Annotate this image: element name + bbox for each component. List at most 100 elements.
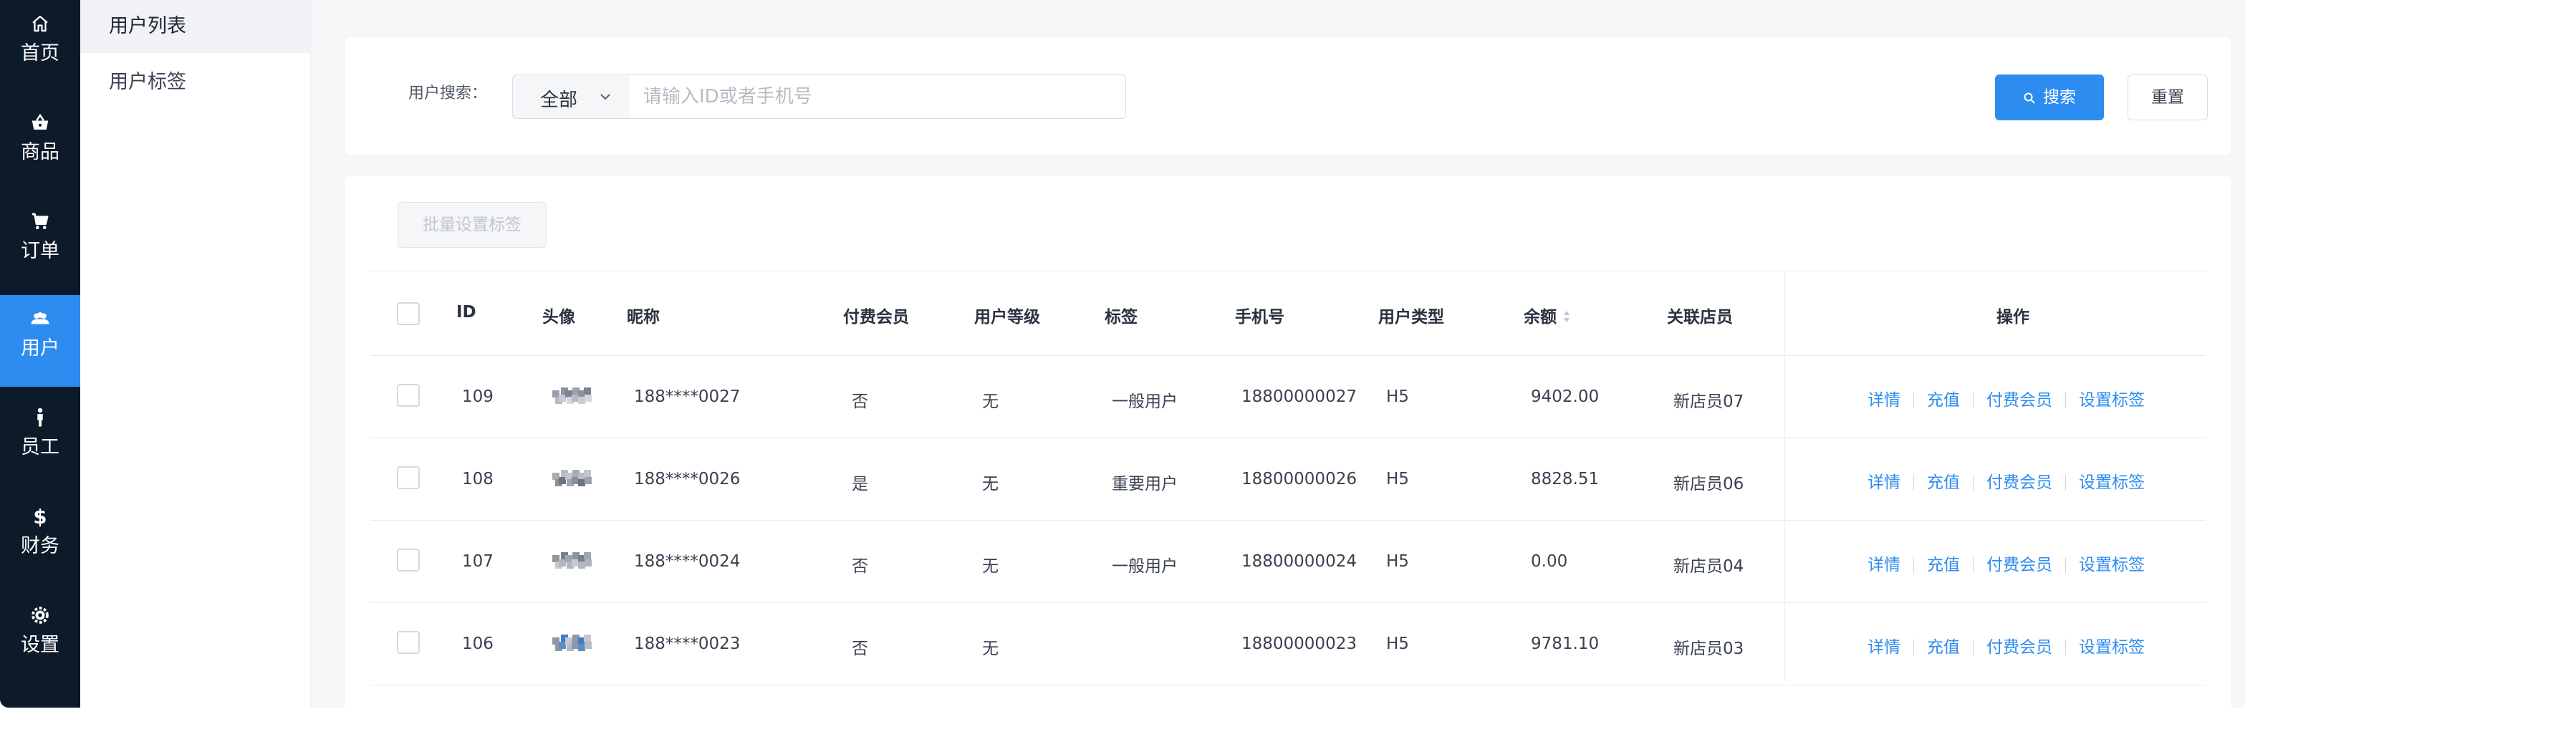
cell-paid-member: 否 [852,557,868,576]
col-staff: 关联店员 [1667,308,1733,327]
cell-user-type: H5 [1386,387,1409,406]
nav-item-settings[interactable]: 设置 [0,592,80,683]
avatar [549,548,595,572]
paid-member-link[interactable]: 付费会员 [1986,473,2052,492]
nav-item-staff[interactable]: 员工 [0,394,80,486]
cell-staff: 新店员07 [1673,392,1744,411]
detail-link[interactable]: 详情 [1868,473,1900,492]
col-balance[interactable]: 余额 [1524,303,1571,327]
col-phone: 手机号 [1235,308,1284,327]
search-button[interactable]: 搜索 [1995,74,2104,120]
recharge-link[interactable]: 充值 [1927,391,1960,410]
table-row: 108 188****0026 是 无 重要用户 18800000026 H5 8828.51… [370,438,2206,521]
reset-button[interactable]: 重置 [2128,74,2208,120]
cell-level: 无 [982,640,999,658]
nav-item-label: 设置 [21,634,59,656]
cell-balance: 8828.51 [1531,470,1600,488]
cell-paid-member: 是 [852,475,868,493]
cell-level: 无 [982,392,999,411]
cell-id: 106 [462,635,494,653]
batch-set-tags-button[interactable]: 批量设置标签 [398,202,547,248]
detail-link[interactable]: 详情 [1868,556,1900,574]
search-button-label: 搜索 [2043,88,2076,107]
action-separator [2065,475,2066,491]
row-checkbox[interactable] [397,549,420,572]
set-tag-link[interactable]: 设置标签 [2079,638,2145,657]
action-separator [1973,557,1974,573]
subnav-item-user-tags[interactable]: 用户标签 [80,56,311,109]
cell-id: 109 [462,387,494,406]
row-actions: 详情 充值 付费会员 设置标签 [1868,386,2145,410]
avatar [549,466,595,490]
table-row: 107 188****0024 否 无 一般用户 18800000024 H5 0.00 新店员… [370,521,2206,603]
set-tag-link[interactable]: 设置标签 [2079,391,2145,410]
nav-item-label: 首页 [21,42,59,64]
cell-phone: 18800000027 [1241,387,1357,406]
cell-phone: 18800000026 [1241,470,1357,488]
cell-user-type: H5 [1386,552,1409,571]
detail-link[interactable]: 详情 [1868,391,1900,410]
subnav-item-user-list[interactable]: 用户列表 [80,0,311,53]
cell-tag: 一般用户 [1112,392,1178,411]
nav-item-users[interactable]: 用户 [0,295,80,387]
action-separator [1913,475,1914,491]
nav-item-label: 财务 [21,535,59,557]
recharge-link[interactable]: 充值 [1927,638,1960,657]
row-actions: 详情 充值 付费会员 设置标签 [1868,551,2145,575]
cart-icon [32,213,49,229]
action-separator [1913,640,1914,655]
paid-member-link[interactable]: 付费会员 [1986,391,2052,410]
nav-item-home[interactable]: 首页 [0,0,80,92]
search-type-select[interactable]: 全部 [512,74,631,119]
cell-tag: 一般用户 [1112,557,1178,576]
set-tag-link[interactable]: 设置标签 [2079,473,2145,492]
action-separator [2065,557,2066,573]
cell-balance: 0.00 [1531,552,1568,571]
search-type-value: 全部 [540,90,578,111]
nav-item-label: 商品 [21,141,59,163]
nav-item-label: 员工 [21,436,59,458]
gear-icon [32,607,49,624]
cell-nickname: 188****0023 [634,635,741,653]
nav-item-goods[interactable]: 商品 [0,99,80,191]
search-label: 用户搜索： [408,85,488,102]
row-checkbox[interactable] [397,466,420,489]
cell-staff: 新店员03 [1673,640,1744,658]
app-frame: 首页 商品 订单 用户 员工 $ 财务 设置 用户列表 用户标签 用户搜索： 全… [0,0,2246,708]
avatar [549,383,595,408]
row-checkbox[interactable] [397,384,420,407]
col-id: ID [456,303,476,322]
select-all-checkbox[interactable] [397,302,420,325]
nav-item-finance[interactable]: $ 财务 [0,493,80,584]
cell-paid-member: 否 [852,392,868,411]
table-header: ID 头像 昵称 付费会员 用户等级 标签 手机号 用户类型 余额 关联店员 操… [370,271,2206,356]
nav-item-orders[interactable]: 订单 [0,198,80,289]
cell-staff: 新店员06 [1673,475,1744,493]
table-row: 109 188****0027 否 无 一般用户 18800000027 H5 9402.00… [370,356,2206,438]
search-input[interactable] [630,74,1126,119]
recharge-link[interactable]: 充值 [1927,556,1960,574]
action-separator [2065,392,2066,408]
col-paid-member: 付费会员 [843,308,909,327]
detail-link[interactable]: 详情 [1868,638,1900,657]
cell-balance: 9781.10 [1531,635,1600,653]
action-separator [2065,640,2066,655]
cell-nickname: 188****0026 [634,470,741,488]
recharge-link[interactable]: 充值 [1927,473,1960,492]
action-separator [1973,475,1974,491]
col-tag: 标签 [1105,308,1138,327]
cell-staff: 新店员04 [1673,557,1744,576]
cell-user-type: H5 [1386,635,1409,653]
paid-member-link[interactable]: 付费会员 [1986,556,2052,574]
cell-nickname: 188****0027 [634,387,741,406]
search-icon [2024,92,2035,104]
set-tag-link[interactable]: 设置标签 [2079,556,2145,574]
paid-member-link[interactable]: 付费会员 [1986,638,2052,657]
row-checkbox[interactable] [397,631,420,654]
col-user-type: 用户类型 [1378,308,1444,327]
cell-level: 无 [982,557,999,576]
shopping-basket-icon [32,113,49,130]
sort-icon[interactable] [1562,309,1571,324]
dollar-icon: $ [33,506,47,527]
secondary-sidebar: 用户列表 用户标签 [80,0,311,708]
